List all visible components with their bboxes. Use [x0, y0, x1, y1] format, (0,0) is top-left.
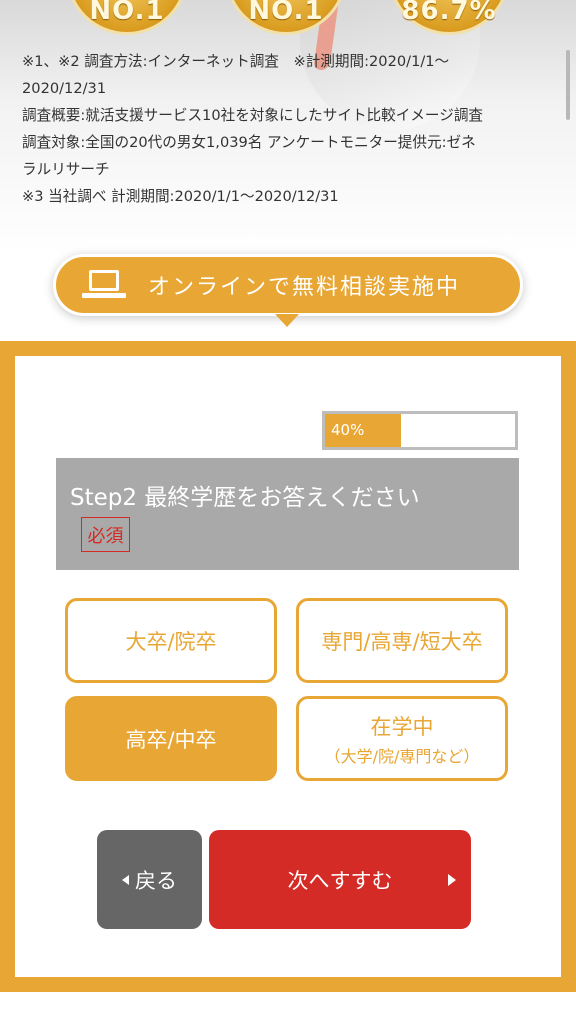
survey-notes: ※1、※2 調査方法:インターネット調査 ※計測期間:2020/1/1〜 202… [22, 48, 562, 210]
page-bottom [0, 992, 576, 1024]
survey-note-line: 調査概要:就活支援サービス10社を対象にしたサイト比較イメージ調査 [22, 107, 484, 124]
survey-note-line: 2020/12/31 [22, 80, 107, 97]
survey-note-line: ラルリサーチ [22, 161, 110, 178]
award-medal-label: NO.1 [89, 0, 165, 26]
award-medal-label: 86.7% [401, 0, 497, 26]
hero-banner: NO.1 NO.1 86.7% ※1、※2 調査方法:インターネット調査 ※計測… [0, 0, 576, 255]
question-header: Step2 最終学歴をお答えください 必須 [56, 458, 519, 570]
page-scrollbar[interactable] [566, 50, 570, 120]
option-label: 専門/高専/短大卒 [321, 629, 483, 654]
required-badge: 必須 [81, 517, 130, 552]
option-vocational[interactable]: 専門/高専/短大卒 [296, 598, 508, 683]
back-button-label: 戻る [135, 868, 177, 893]
award-medal-label: NO.1 [248, 0, 324, 26]
option-university[interactable]: 大卒/院卒 [65, 598, 277, 683]
award-medal-1: NO.1 [66, 0, 188, 35]
laptop-icon [82, 270, 126, 300]
form-frame: 40% Step2 最終学歴をお答えください 必須 大卒/院卒 専門/高専/短大… [0, 341, 576, 992]
option-sublabel: （大学/院/専門など） [324, 746, 480, 766]
online-consultation-text: オンラインで無料相談実施中 [148, 275, 461, 300]
next-button[interactable]: 次へすすむ [209, 830, 471, 929]
chevron-right-icon [448, 874, 456, 886]
online-consultation-badge: オンラインで無料相談実施中 [53, 254, 523, 327]
survey-note-line: ※1、※2 調査方法:インターネット調査 ※計測期間:2020/1/1〜 [22, 53, 450, 70]
option-enrolled[interactable]: 在学中 （大学/院/専門など） [296, 696, 508, 781]
option-label: 大卒/院卒 [125, 629, 217, 654]
chevron-left-icon [122, 874, 129, 885]
option-label: 高卒/中卒 [125, 727, 217, 752]
question-title: Step2 最終学歴をお答えください [70, 485, 420, 511]
form-panel: 40% Step2 最終学歴をお答えください 必須 大卒/院卒 専門/高専/短大… [15, 356, 561, 977]
option-label: 在学中 [370, 714, 434, 739]
option-high-school[interactable]: 高卒/中卒 [65, 696, 277, 781]
progress-label: 40% [331, 421, 365, 439]
next-button-label: 次へすすむ [287, 868, 393, 893]
survey-note-line: 調査対象:全国の20代の男女1,039名 アンケートモニター提供元:ゼネ [22, 134, 476, 151]
progress-bar: 40% [322, 411, 518, 450]
back-button[interactable]: 戻る [97, 830, 202, 929]
survey-note-line: ※3 当社調べ 計測期間:2020/1/1〜2020/12/31 [22, 188, 339, 205]
